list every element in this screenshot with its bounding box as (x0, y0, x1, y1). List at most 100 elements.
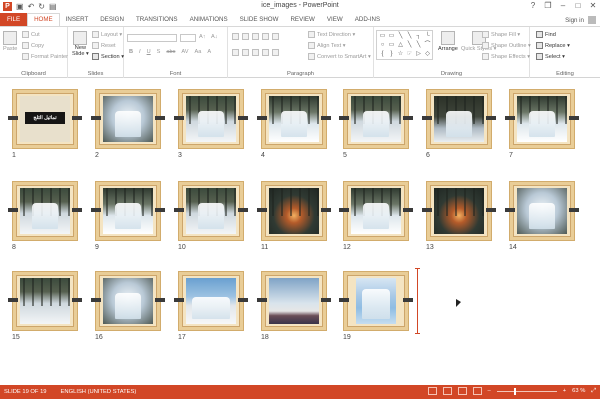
section-button[interactable]: Section ▾ (92, 53, 124, 60)
find-button[interactable]: Find (536, 31, 556, 38)
minimize-button[interactable]: – (558, 1, 568, 10)
slide-thumbnail[interactable]: 6 (422, 89, 496, 159)
slide-thumbnail[interactable]: 14 (505, 181, 579, 251)
italic-button[interactable]: I (139, 49, 141, 55)
columns-icon[interactable] (272, 49, 279, 56)
increase-indent-icon[interactable] (262, 33, 269, 40)
character-spacing-button[interactable]: AV (181, 49, 188, 55)
slide-thumbnail[interactable]: 11 (257, 181, 331, 251)
zoom-level[interactable]: 63 % (572, 388, 585, 394)
normal-view-icon[interactable] (427, 387, 437, 395)
underline-button[interactable]: U (147, 49, 151, 55)
elbow-arrow-shape-icon[interactable]: └ (423, 32, 432, 41)
align-center-icon[interactable] (242, 49, 249, 56)
format-painter-button[interactable]: Format Painter (22, 53, 68, 60)
diamond-shape-icon[interactable]: ◇ (423, 50, 432, 59)
shadow-button[interactable]: S (157, 49, 161, 55)
slide-show-view-icon[interactable] (472, 387, 482, 395)
zoom-slider-thumb[interactable] (513, 387, 516, 395)
slide-sorter-view-icon[interactable] (442, 387, 452, 395)
tab-insert[interactable]: INSERT (60, 13, 95, 26)
slide-thumbnail[interactable]: 19 (339, 271, 413, 341)
right-arrow-shape-icon[interactable]: ▷ (414, 50, 423, 59)
zoom-in-button[interactable]: + (563, 388, 566, 394)
sign-in-label[interactable]: Sign in (565, 17, 584, 24)
tab-file[interactable]: FILE (0, 13, 28, 26)
tab-design[interactable]: DESIGN (94, 13, 130, 26)
new-slide-button[interactable]: New Slide ▾ (72, 31, 89, 57)
decrease-indent-icon[interactable] (252, 33, 259, 40)
shape-fill-button[interactable]: Shape Fill ▾ (482, 31, 520, 38)
right-brace-shape-icon[interactable]: } (387, 50, 396, 59)
fit-slide-icon[interactable]: ⤢ (591, 388, 596, 395)
shape-effects-button[interactable]: Shape Effects ▾ (482, 53, 530, 60)
callout-shape-icon[interactable]: ☞ (405, 50, 414, 59)
tab-review[interactable]: REVIEW (284, 13, 320, 26)
tab-transitions[interactable]: TRANSITIONS (130, 13, 184, 26)
slide-thumbnail[interactable]: 9 (91, 181, 165, 251)
paste-button[interactable]: Paste (3, 31, 17, 52)
shape-outline-button[interactable]: Shape Outline ▾ (482, 42, 531, 49)
left-brace-shape-icon[interactable]: { (378, 50, 387, 59)
cut-button[interactable]: Cut (22, 31, 40, 38)
rectangle-shape-icon[interactable]: ▭ (378, 32, 387, 41)
slide-thumbnail[interactable]: 16 (91, 271, 165, 341)
shapes-gallery[interactable]: ▭ ▭ ╲ ╲ ┐ └ ○ ▭ △ ╲ ╲ ⌒ { } ☆ ☞ ▷ ◇ (376, 30, 433, 60)
slide-thumbnail[interactable]: 5 (339, 89, 413, 159)
text-box-shape-icon[interactable]: ▭ (387, 32, 396, 41)
slide-thumbnail[interactable]: 13 (422, 181, 496, 251)
language-indicator[interactable]: ENGLISH (UNITED STATES) (61, 389, 137, 395)
diagonal-arrow-shape-icon[interactable]: ╲ (414, 41, 423, 50)
align-left-icon[interactable] (232, 49, 239, 56)
arc-shape-icon[interactable]: ⌒ (423, 41, 432, 50)
diagonal-line-shape-icon[interactable]: ╲ (405, 41, 414, 50)
numbering-icon[interactable] (242, 33, 249, 40)
slide-thumbnail[interactable]: 4 (257, 89, 331, 159)
font-size-input[interactable] (180, 34, 196, 42)
line-shape-icon[interactable]: ╲ (396, 32, 405, 41)
rounded-rectangle-shape-icon[interactable]: ▭ (387, 41, 396, 50)
replace-button[interactable]: Replace ▾ (536, 42, 570, 49)
zoom-slider[interactable] (496, 387, 557, 395)
tab-add-ins[interactable]: ADD-INS (349, 13, 386, 26)
ribbon-display-icon[interactable]: ❐ (543, 1, 553, 10)
slide-thumbnail[interactable]: 7 (505, 89, 579, 159)
line-spacing-icon[interactable] (272, 33, 279, 40)
zoom-out-button[interactable]: – (488, 388, 491, 394)
maximize-button[interactable]: □ (573, 1, 583, 10)
elbow-connector-shape-icon[interactable]: ┐ (414, 32, 423, 41)
arrow-line-shape-icon[interactable]: ╲ (405, 32, 414, 41)
triangle-shape-icon[interactable]: △ (396, 41, 405, 50)
tab-slide-show[interactable]: SLIDE SHOW (234, 13, 285, 26)
font-color-button[interactable]: A (207, 49, 211, 55)
sign-in[interactable]: Sign in (565, 16, 596, 24)
convert-smartart-button[interactable]: Convert to SmartArt ▾ (308, 53, 371, 60)
bold-button[interactable]: B (129, 49, 133, 55)
slide-thumbnail[interactable]: 10 (174, 181, 248, 251)
reading-view-icon[interactable] (457, 387, 467, 395)
justify-icon[interactable] (262, 49, 269, 56)
shrink-font-button[interactable]: A↓ (211, 34, 218, 40)
change-case-button[interactable]: Aa (194, 49, 201, 55)
help-icon[interactable]: ? (528, 1, 538, 10)
strikethrough-button[interactable]: abc (166, 49, 175, 55)
align-text-button[interactable]: Align Text ▾ (308, 42, 346, 49)
slide-thumbnail[interactable]: 12 (339, 181, 413, 251)
align-right-icon[interactable] (252, 49, 259, 56)
slide-thumbnail[interactable]: تماثيل الثلج 1 (8, 89, 82, 159)
reset-button[interactable]: Reset (92, 42, 116, 49)
tab-animations[interactable]: ANIMATIONS (184, 13, 234, 26)
grow-font-button[interactable]: A↑ (199, 34, 206, 40)
bullets-icon[interactable] (232, 33, 239, 40)
star-shape-icon[interactable]: ☆ (396, 50, 405, 59)
slide-thumbnail[interactable]: 2 (91, 89, 165, 159)
slide-thumbnail[interactable]: 17 (174, 271, 248, 341)
tab-view[interactable]: VIEW (321, 13, 349, 26)
font-name-input[interactable] (127, 34, 177, 42)
close-button[interactable]: ✕ (588, 1, 598, 10)
copy-button[interactable]: Copy (22, 42, 44, 49)
avatar-icon[interactable] (588, 16, 596, 24)
oval-shape-icon[interactable]: ○ (378, 41, 387, 50)
slide-thumbnail[interactable]: 15 (8, 271, 82, 341)
select-button[interactable]: Select ▾ (536, 53, 565, 60)
